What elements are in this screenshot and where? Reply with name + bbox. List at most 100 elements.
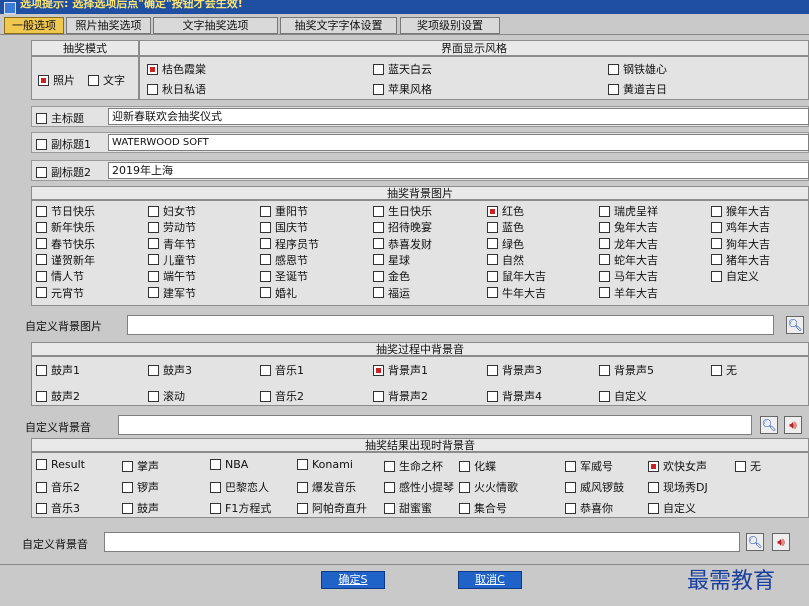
bg-image-option[interactable]: 福运 bbox=[373, 285, 410, 301]
process-sound-option[interactable]: 滚动 bbox=[148, 388, 185, 404]
result-sound-option[interactable]: 军威号 bbox=[565, 458, 613, 474]
bg-image-option[interactable]: 自然 bbox=[487, 252, 524, 268]
bg-image-option[interactable]: 金色 bbox=[373, 268, 410, 284]
custom-result-sound-input[interactable] bbox=[104, 532, 740, 552]
result-sound-option[interactable]: 化蝶 bbox=[459, 458, 496, 474]
bg-image-option[interactable]: 鸡年大吉 bbox=[711, 219, 770, 235]
result-sound-option[interactable]: 集合号 bbox=[459, 500, 507, 516]
bg-image-option[interactable]: 国庆节 bbox=[260, 219, 308, 235]
bg-image-option[interactable]: 狗年大吉 bbox=[711, 236, 770, 252]
ok-button[interactable]: 确定S bbox=[321, 571, 385, 589]
tab-general[interactable]: 一般选项 bbox=[4, 17, 64, 34]
browse-image-button[interactable]: 🔍︎ bbox=[786, 316, 804, 334]
result-sound-option[interactable]: 生命之杯 bbox=[384, 458, 443, 474]
result-sound-option[interactable]: 无 bbox=[735, 458, 761, 474]
process-sound-option[interactable]: 鼓声3 bbox=[148, 362, 192, 378]
bg-image-option[interactable]: 自定义 bbox=[711, 268, 759, 284]
process-sound-option[interactable]: 音乐2 bbox=[260, 388, 304, 404]
process-sound-option[interactable]: 背景声3 bbox=[487, 362, 542, 378]
result-sound-option[interactable]: NBA bbox=[210, 458, 248, 471]
browse-process-sound-button[interactable]: 🔍︎ bbox=[760, 416, 778, 434]
result-sound-option[interactable]: Result bbox=[36, 458, 85, 471]
bg-image-option[interactable]: 蛇年大吉 bbox=[599, 252, 658, 268]
result-sound-option[interactable]: 音乐3 bbox=[36, 500, 80, 516]
style-orange[interactable]: 桔色霞棠 bbox=[147, 61, 206, 77]
result-sound-option[interactable]: 威风锣鼓 bbox=[565, 479, 624, 495]
bg-image-option[interactable]: 羊年大吉 bbox=[599, 285, 658, 301]
result-sound-option[interactable]: 音乐2 bbox=[36, 479, 80, 495]
result-sound-option[interactable]: 巴黎恋人 bbox=[210, 479, 269, 495]
result-sound-option[interactable]: 恭喜你 bbox=[565, 500, 613, 516]
cancel-button[interactable]: 取消C bbox=[458, 571, 522, 589]
bg-image-option[interactable]: 建军节 bbox=[148, 285, 196, 301]
custom-process-sound-input[interactable] bbox=[118, 415, 752, 435]
style-apple[interactable]: 苹果风格 bbox=[373, 81, 432, 97]
result-sound-option[interactable]: 火火情歌 bbox=[459, 479, 518, 495]
bg-image-option[interactable]: 感恩节 bbox=[260, 252, 308, 268]
process-sound-option[interactable]: 音乐1 bbox=[260, 362, 304, 378]
process-sound-option[interactable]: 自定义 bbox=[599, 388, 647, 404]
mode-text-checkbox[interactable]: 文字 bbox=[88, 72, 125, 88]
bg-image-option[interactable]: 兔年大吉 bbox=[599, 219, 658, 235]
process-sound-option[interactable]: 鼓声2 bbox=[36, 388, 80, 404]
bg-image-option[interactable]: 生日快乐 bbox=[373, 203, 432, 219]
bg-image-option[interactable]: 蓝色 bbox=[487, 219, 524, 235]
custom-bg-image-input[interactable] bbox=[127, 315, 774, 335]
play-process-sound-button[interactable]: 🔊︎ bbox=[784, 416, 802, 434]
bg-image-option[interactable]: 鼠年大吉 bbox=[487, 268, 546, 284]
subtitle2-input[interactable]: 2019年上海 bbox=[108, 162, 809, 179]
bg-image-option[interactable]: 星球 bbox=[373, 252, 410, 268]
result-sound-option[interactable]: 欢快女声 bbox=[648, 458, 707, 474]
result-sound-option[interactable]: F1方程式 bbox=[210, 500, 271, 516]
bg-image-option[interactable]: 龙年大吉 bbox=[599, 236, 658, 252]
result-sound-option[interactable]: 鼓声 bbox=[122, 500, 159, 516]
bg-image-option[interactable]: 端午节 bbox=[148, 268, 196, 284]
bg-image-option[interactable]: 谨贺新年 bbox=[36, 252, 95, 268]
main-title-input[interactable]: 迎新春联欢会抽奖仪式 bbox=[108, 108, 809, 125]
process-sound-option[interactable]: 背景声5 bbox=[599, 362, 654, 378]
subtitle2-checkbox[interactable]: 副标题2 bbox=[36, 164, 91, 180]
process-sound-option[interactable]: 无 bbox=[711, 362, 737, 378]
bg-image-option[interactable]: 劳动节 bbox=[148, 219, 196, 235]
bg-image-option[interactable]: 婚礼 bbox=[260, 285, 297, 301]
bg-image-option[interactable]: 恭喜发财 bbox=[373, 236, 432, 252]
bg-image-option[interactable]: 猴年大吉 bbox=[711, 203, 770, 219]
bg-image-option[interactable]: 程序员节 bbox=[260, 236, 319, 252]
bg-image-option[interactable]: 青年节 bbox=[148, 236, 196, 252]
style-blue-sky[interactable]: 蓝天白云 bbox=[373, 61, 432, 77]
main-title-checkbox[interactable]: 主标题 bbox=[36, 110, 84, 126]
tab-prize-levels[interactable]: 奖项级别设置 bbox=[400, 17, 500, 34]
browse-result-sound-button[interactable]: 🔍︎ bbox=[746, 533, 764, 551]
bg-image-option[interactable]: 新年快乐 bbox=[36, 219, 95, 235]
play-result-sound-button[interactable]: 🔊︎ bbox=[772, 533, 790, 551]
process-sound-option[interactable]: 背景声1 bbox=[373, 362, 428, 378]
process-sound-option[interactable]: 背景声2 bbox=[373, 388, 428, 404]
bg-image-option[interactable]: 猪年大吉 bbox=[711, 252, 770, 268]
style-autumn[interactable]: 秋日私语 bbox=[147, 81, 206, 97]
bg-image-option[interactable]: 瑞虎呈祥 bbox=[599, 203, 658, 219]
bg-image-option[interactable]: 儿童节 bbox=[148, 252, 196, 268]
bg-image-option[interactable]: 妇女节 bbox=[148, 203, 196, 219]
process-sound-option[interactable]: 背景声4 bbox=[487, 388, 542, 404]
tab-photo-draw[interactable]: 照片抽奖选项 bbox=[66, 17, 151, 34]
result-sound-option[interactable]: 锣声 bbox=[122, 479, 159, 495]
tab-text-draw[interactable]: 文字抽奖选项 bbox=[153, 17, 278, 34]
subtitle1-input[interactable]: WATERWOOD SOFT bbox=[108, 134, 809, 151]
bg-image-option[interactable]: 重阳节 bbox=[260, 203, 308, 219]
result-sound-option[interactable]: 自定义 bbox=[648, 500, 696, 516]
bg-image-option[interactable]: 元宵节 bbox=[36, 285, 84, 301]
result-sound-option[interactable]: 掌声 bbox=[122, 458, 159, 474]
subtitle1-checkbox[interactable]: 副标题1 bbox=[36, 136, 91, 152]
bg-image-option[interactable]: 马年大吉 bbox=[599, 268, 658, 284]
result-sound-option[interactable]: 爆发音乐 bbox=[297, 479, 356, 495]
result-sound-option[interactable]: 甜蜜蜜 bbox=[384, 500, 432, 516]
result-sound-option[interactable]: 阿帕奇直升 bbox=[297, 500, 367, 516]
style-lucky-day[interactable]: 黄道吉日 bbox=[608, 81, 667, 97]
bg-image-option[interactable]: 招待晚宴 bbox=[373, 219, 432, 235]
bg-image-option[interactable]: 牛年大吉 bbox=[487, 285, 546, 301]
style-steel[interactable]: 钢铁雄心 bbox=[608, 61, 667, 77]
tab-font-settings[interactable]: 抽奖文字字体设置 bbox=[280, 17, 397, 34]
bg-image-option[interactable]: 情人节 bbox=[36, 268, 84, 284]
result-sound-option[interactable]: 感性小提琴 bbox=[384, 479, 454, 495]
result-sound-option[interactable]: Konami bbox=[297, 458, 353, 471]
